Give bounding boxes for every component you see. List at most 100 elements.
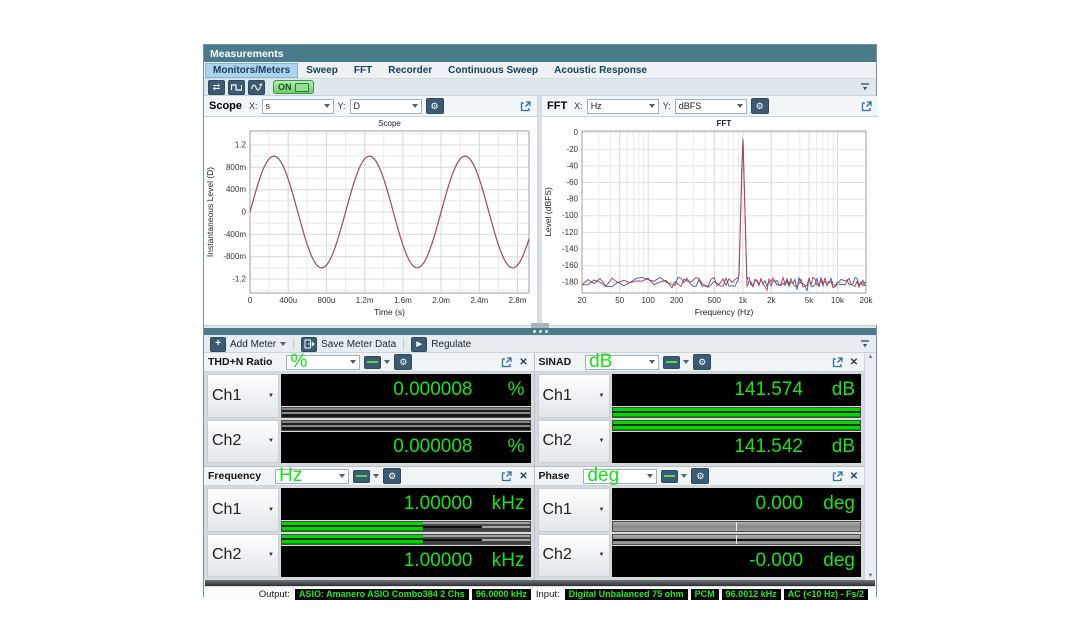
level-bar xyxy=(281,420,531,431)
svg-text:-120: -120 xyxy=(562,228,579,237)
window-titlebar[interactable]: Measurements xyxy=(204,45,876,62)
thd-n-ratio-settings-gear-icon[interactable]: ⚙ xyxy=(394,354,412,370)
level-bar-fill xyxy=(613,421,861,430)
toolbar-pin-icon[interactable] xyxy=(858,81,872,93)
scrollbar-track[interactable] xyxy=(865,360,876,573)
fft-x-units-select[interactable]: Hz xyxy=(587,99,659,114)
scroll-down-icon[interactable]: ▼ xyxy=(868,573,874,579)
meter-unit: dB xyxy=(813,379,855,401)
center-tick xyxy=(736,522,737,531)
svg-text:100: 100 xyxy=(641,296,655,305)
sinad-unit-select[interactable]: dB xyxy=(585,355,659,370)
thd-n-ratio-popout-icon[interactable] xyxy=(500,356,514,369)
svg-text:-400m: -400m xyxy=(223,230,246,239)
frequency-ch2-selector[interactable]: Ch2▼ xyxy=(207,534,279,578)
svg-text:Instantaneous Level (D): Instantaneous Level (D) xyxy=(205,167,215,257)
fft-settings-gear-icon[interactable]: ⚙ xyxy=(751,98,769,114)
phase-popout-icon[interactable] xyxy=(830,470,844,483)
io-connector-icon[interactable]: ⇄ xyxy=(208,80,225,95)
scope-x-units-select[interactable]: s xyxy=(262,99,334,114)
fft-panel: FFT X: Hz Y: dBFS ⚙ 20501002005001k2k5k xyxy=(542,96,878,325)
sinad-ch2-display: 141.542dB xyxy=(612,432,862,464)
thd-n-ratio-ch2-selector[interactable]: Ch2▼ xyxy=(207,420,279,464)
level-bar xyxy=(281,521,531,532)
splitter-grip[interactable] xyxy=(531,323,549,328)
frequency-title: Frequency xyxy=(208,470,261,482)
desktop-background: Measurements Monitors/MetersSweepFFTReco… xyxy=(0,0,1080,640)
phase-display-style-select[interactable] xyxy=(661,470,687,483)
sinad-display-style-select[interactable] xyxy=(663,356,689,369)
thd-n-ratio-ch1-selector[interactable]: Ch1▼ xyxy=(207,374,279,418)
sinad-ch2-selector[interactable]: Ch2▼ xyxy=(538,420,610,464)
sinad-popout-icon[interactable] xyxy=(830,356,844,369)
sinad-ch1-selector[interactable]: Ch1▼ xyxy=(538,374,610,418)
meter-unit: deg xyxy=(813,493,855,515)
sinad-close-icon[interactable]: ✕ xyxy=(848,356,860,368)
scope-y-units-select[interactable]: D xyxy=(350,99,422,114)
meter-value: 141.542 xyxy=(734,436,803,458)
play-icon: ▶ xyxy=(411,337,427,352)
phase-ch2-display: -0.000deg xyxy=(612,546,862,578)
thd-n-ratio-title: THD+N Ratio xyxy=(208,356,272,368)
phase-close-icon[interactable]: ✕ xyxy=(848,470,860,482)
generator-on-toggle[interactable]: ON xyxy=(273,80,314,94)
thd-n-ratio-display-style-select[interactable] xyxy=(364,356,390,369)
frequency-settings-gear-icon[interactable]: ⚙ xyxy=(383,468,401,484)
thd-n-ratio-close-icon[interactable]: ✕ xyxy=(518,356,530,368)
analyzer-signal-icon[interactable] xyxy=(248,80,265,95)
scope-popout-icon[interactable] xyxy=(518,100,532,113)
svg-text:400u: 400u xyxy=(279,296,297,305)
generator-waveform-icon[interactable] xyxy=(228,80,245,95)
level-bar-fill xyxy=(282,522,423,531)
phase-unit-select[interactable]: deg xyxy=(583,469,657,484)
phase-settings-gear-icon[interactable]: ⚙ xyxy=(691,468,709,484)
thd-n-ratio-ch2-row: Ch2▼0.000008% xyxy=(207,420,531,464)
sinad-settings-gear-icon[interactable]: ⚙ xyxy=(693,354,711,370)
toggle-switch-icon xyxy=(295,83,309,92)
tab-sweep[interactable]: Sweep xyxy=(299,64,345,77)
input-badge-3: AC (<10 Hz) - Fs/2 xyxy=(784,589,868,600)
frequency-ch1-selector[interactable]: Ch1▼ xyxy=(207,488,279,532)
channel-name: Ch2 xyxy=(212,432,241,450)
add-meter-button[interactable]: + Add Meter xyxy=(208,337,288,351)
scope-x-label: X: xyxy=(249,101,258,111)
output-badge-0: ASIO: Amanero ASIO Combo384 2 Chs xyxy=(295,589,469,600)
scope-chart[interactable]: 0400u800u1.2m1.6m2.0m2.4m2.8m1.2800m400m… xyxy=(204,117,537,328)
frequency-close-icon[interactable]: ✕ xyxy=(518,470,530,482)
fft-popout-icon[interactable] xyxy=(859,100,873,113)
phase-ch1-selector[interactable]: Ch1▼ xyxy=(538,488,610,532)
svg-text:200: 200 xyxy=(670,296,684,305)
chevron-down-icon xyxy=(649,104,655,108)
frequency-popout-icon[interactable] xyxy=(500,470,514,483)
sinad-unit-value: dB xyxy=(589,353,612,373)
level-bar-fill xyxy=(613,408,861,417)
horizontal-splitter[interactable] xyxy=(204,326,876,336)
fft-chart[interactable]: 20501002005001k2k5k10k20k0-20-40-60-80-1… xyxy=(542,117,878,328)
fft-y-units-select[interactable]: dBFS xyxy=(675,99,747,114)
phase-ch2-selector[interactable]: Ch2▼ xyxy=(538,534,610,578)
input-badge-1: PCM xyxy=(691,589,719,600)
tab-fft[interactable]: FFT xyxy=(347,64,379,77)
chevron-down-icon xyxy=(681,474,687,478)
meters-scrollbar[interactable]: ▲ ▼ xyxy=(864,353,876,580)
scope-y-units-value: D xyxy=(354,101,361,111)
svg-text:20k: 20k xyxy=(860,296,874,305)
tab-acoustic-response[interactable]: Acoustic Response xyxy=(547,64,654,77)
chevron-down-icon xyxy=(280,342,286,346)
save-meter-data-button[interactable]: Save Meter Data xyxy=(299,337,398,351)
thd-n-ratio-unit-select[interactable]: % xyxy=(286,355,360,370)
frequency-unit-select[interactable]: Hz xyxy=(275,469,349,484)
scope-panel-title: Scope xyxy=(209,100,242,112)
output-badge-1: 96.0000 kHz xyxy=(472,589,531,600)
frequency-display-style-select[interactable] xyxy=(353,470,379,483)
save-icon xyxy=(301,337,317,352)
svg-text:800m: 800m xyxy=(226,163,246,172)
meter-panel-sinad: SINADdB⚙✕Ch1▼141.574dBCh2▼141.542dB xyxy=(535,353,865,466)
tab-recorder[interactable]: Recorder xyxy=(381,64,439,77)
tab-monitors-meters[interactable]: Monitors/Meters xyxy=(206,64,297,77)
meter-panel-frequency: FrequencyHz⚙✕Ch1▼1.00000kHzCh2▼1.00000kH… xyxy=(204,467,534,580)
scope-settings-gear-icon[interactable]: ⚙ xyxy=(426,98,444,114)
meter-toolbar-pin-icon[interactable] xyxy=(858,338,872,350)
tab-continuous-sweep[interactable]: Continuous Sweep xyxy=(441,64,545,77)
regulate-button[interactable]: ▶ Regulate xyxy=(409,337,473,351)
